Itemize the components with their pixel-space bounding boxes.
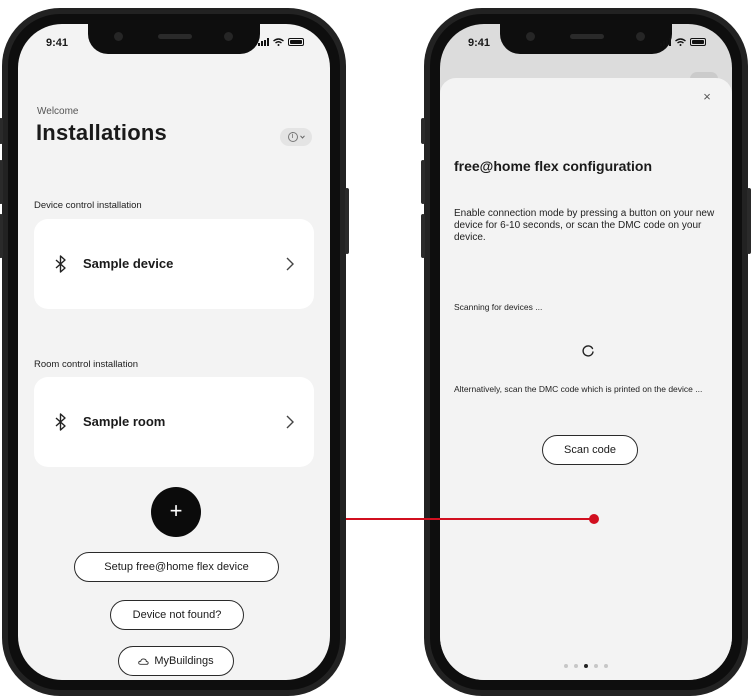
info-toggle[interactable]: i <box>280 128 312 146</box>
wifi-icon <box>273 38 284 46</box>
mybuildings-button[interactable]: MyBuildings <box>118 646 234 676</box>
power-button <box>747 188 751 254</box>
phone-installations: 9:41 Welcome Installations i Device cont… <box>0 8 349 696</box>
cloud-icon <box>138 658 149 665</box>
sensor-dot <box>636 32 645 41</box>
mute-switch <box>421 118 425 144</box>
sample-device-card[interactable]: Sample device <box>34 219 314 309</box>
installations-screen: 9:41 Welcome Installations i Device cont… <box>18 24 330 680</box>
volume-down-button <box>0 214 3 258</box>
camera-dot <box>526 32 535 41</box>
volume-down-button <box>421 214 425 258</box>
welcome-label: Welcome <box>37 106 79 117</box>
page-dot <box>574 664 578 668</box>
sample-device-label: Sample device <box>83 256 174 271</box>
room-section-label: Room control installation <box>34 359 139 370</box>
battery-icon <box>288 38 304 46</box>
sensor-dot <box>224 32 233 41</box>
wifi-icon <box>675 38 686 46</box>
mybuildings-label: MyBuildings <box>154 655 214 667</box>
status-time: 9:41 <box>468 37 491 49</box>
page-title: Installations <box>36 120 167 145</box>
page-indicator <box>440 664 732 668</box>
volume-up-button <box>421 160 425 204</box>
sample-room-card[interactable]: Sample room <box>34 377 314 467</box>
setup-flex-device-button[interactable]: Setup free@home flex device <box>74 552 279 582</box>
device-not-found-label: Device not found? <box>132 609 222 621</box>
sheet-description: Enable connection mode by pressing a but… <box>454 208 715 243</box>
flex-configuration-screen: 9:41 × free@home flex configuration Enab… <box>440 24 732 680</box>
page-dot <box>594 664 598 668</box>
device-not-found-button[interactable]: Device not found? <box>110 600 244 630</box>
connector-line <box>346 518 594 520</box>
speaker-grille <box>158 34 192 39</box>
speaker-grille <box>570 34 604 39</box>
notch <box>88 24 260 54</box>
power-button <box>345 188 349 254</box>
camera-dot <box>114 32 123 41</box>
status-icons <box>258 38 304 46</box>
notch <box>500 24 672 54</box>
mute-switch <box>0 118 3 144</box>
chevron-right-icon <box>286 415 294 429</box>
add-installation-button[interactable]: + <box>151 487 201 537</box>
configuration-sheet: × free@home flex configuration Enable co… <box>440 78 732 680</box>
connector-dot <box>589 514 599 524</box>
scanning-status: Scanning for devices ... <box>454 302 543 312</box>
alternative-scan-text: Alternatively, scan the DMC code which i… <box>454 384 703 394</box>
chevron-right-icon <box>286 257 294 271</box>
sample-room-label: Sample room <box>83 414 166 429</box>
volume-up-button <box>0 160 3 204</box>
bluetooth-icon <box>55 255 66 273</box>
battery-icon <box>690 38 706 46</box>
close-icon[interactable]: × <box>700 90 714 104</box>
page-dot <box>564 664 568 668</box>
status-time: 9:41 <box>46 37 69 49</box>
bluetooth-icon <box>55 413 66 431</box>
scan-code-label: Scan code <box>564 444 616 456</box>
phone-flex-configuration: 9:41 × free@home flex configuration Enab… <box>421 8 751 696</box>
signal-icon <box>660 38 671 46</box>
chevron-down-icon <box>299 135 305 139</box>
setup-flex-device-label: Setup free@home flex device <box>104 561 249 573</box>
device-section-label: Device control installation <box>34 200 142 211</box>
signal-icon <box>258 38 269 46</box>
spinner-icon <box>582 345 594 357</box>
info-icon: i <box>287 132 298 142</box>
scan-code-button[interactable]: Scan code <box>542 435 638 465</box>
page-dot <box>604 664 608 668</box>
page-dot-active <box>584 664 588 668</box>
status-icons <box>660 38 706 46</box>
sheet-title: free@home flex configuration <box>454 158 653 174</box>
